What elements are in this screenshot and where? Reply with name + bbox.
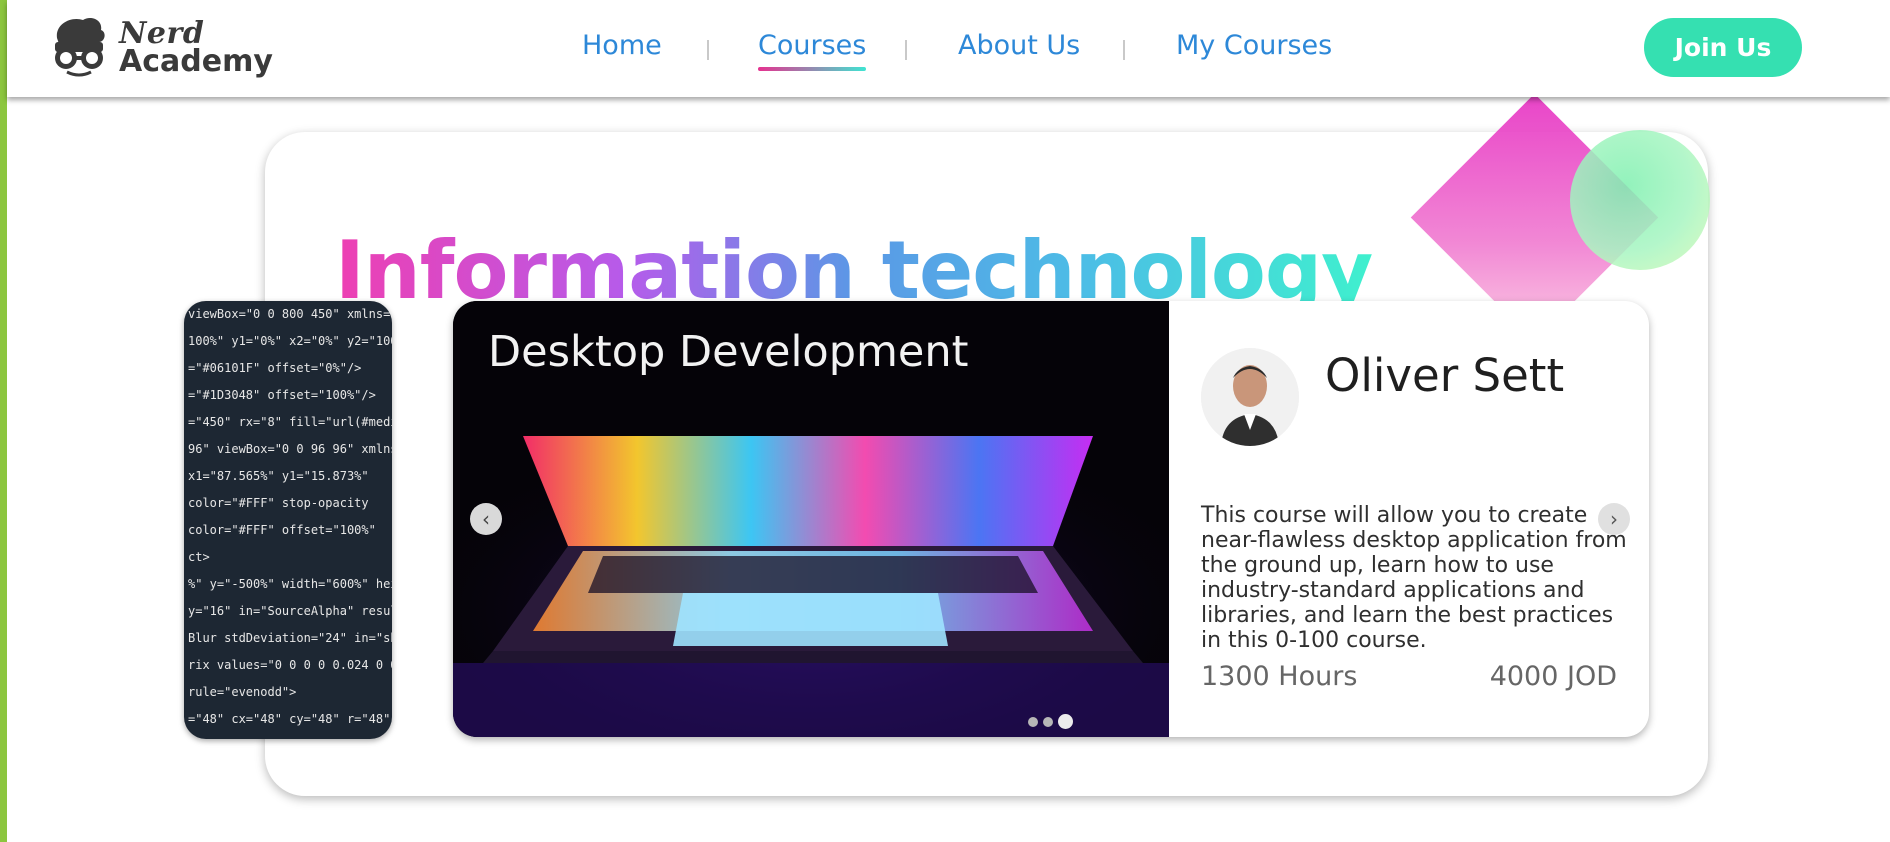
course-hours: 1300 Hours xyxy=(1201,661,1358,692)
left-accent-rail xyxy=(0,0,7,842)
nav-separator xyxy=(707,40,709,60)
decorative-circle xyxy=(1570,130,1710,270)
course-title: Desktop Development xyxy=(488,327,969,377)
nav-home[interactable]: Home xyxy=(582,30,662,61)
chevron-left-icon[interactable]: ‹ xyxy=(470,503,502,535)
code-line: x1="87.565%" y1="15.873%" xyxy=(188,469,369,483)
code-line: 96" viewBox="0 0 96 96" xmlns= xyxy=(188,442,392,456)
code-line: y="16" in="SourceAlpha" result= xyxy=(188,604,392,618)
nav-my-courses[interactable]: My Courses xyxy=(1176,30,1332,61)
nav-separator xyxy=(905,40,907,60)
nav-separator xyxy=(1123,40,1125,60)
course-price: 4000 JOD xyxy=(1489,661,1617,692)
slide-indicator xyxy=(1028,714,1073,729)
slide-dot-active[interactable] xyxy=(1058,714,1073,729)
instructor-name: Oliver Sett xyxy=(1325,349,1565,402)
code-line: ="48" cx="48" cy="48" r="48" xyxy=(188,712,391,726)
slide-dot[interactable] xyxy=(1043,716,1053,727)
chevron-right-icon[interactable]: › xyxy=(1598,503,1630,535)
code-line: %" y="-500%" width="600%" height xyxy=(188,577,392,591)
logo-text-academy: Academy xyxy=(119,44,273,79)
code-line: Blur stdDeviation="24" in="shadow xyxy=(188,631,392,645)
previous-course-thumbnail[interactable]: viewBox="0 0 800 450" xmlns= 100%" y1="0%… xyxy=(184,301,392,739)
course-image: Desktop Development xyxy=(453,301,1169,737)
nav-courses[interactable]: Courses xyxy=(758,30,867,71)
code-line: 100%" y1="0%" x2="0%" y2="100%" xyxy=(188,334,392,348)
join-us-button[interactable]: Join Us xyxy=(1644,18,1802,77)
nav-about-us[interactable]: About Us xyxy=(958,30,1080,61)
code-line: rix values="0 0 0 0 0.024 0 0 xyxy=(188,658,392,672)
code-line: ="#06101F" offset="0%"/> xyxy=(188,361,362,375)
avatar xyxy=(1201,348,1299,446)
code-line: viewBox="0 0 800 450" xmlns= xyxy=(188,307,391,321)
course-slide: Desktop Development ‹ › Oliver Sett This… xyxy=(453,301,1649,737)
course-info: Oliver Sett This course will allow you t… xyxy=(1169,301,1649,737)
nerd-mascot-icon xyxy=(55,18,105,77)
code-line: ="#1D3048" offset="100%"/> xyxy=(188,388,376,402)
course-description: This course will allow you to create nea… xyxy=(1201,503,1627,653)
code-line: color="#FFF" stop-opacity xyxy=(188,496,369,510)
logo[interactable]: Nerd Academy xyxy=(49,14,273,82)
slide-dot[interactable] xyxy=(1028,716,1038,727)
code-line: rule="evenodd"> xyxy=(188,685,297,699)
code-line: color="#FFF" offset="100%" xyxy=(188,523,376,537)
site-header: Nerd Academy Home Courses About Us My Co… xyxy=(7,0,1890,97)
code-line: ="450" rx="8" fill="url(#media xyxy=(188,415,392,429)
code-line: ct> xyxy=(188,550,210,564)
